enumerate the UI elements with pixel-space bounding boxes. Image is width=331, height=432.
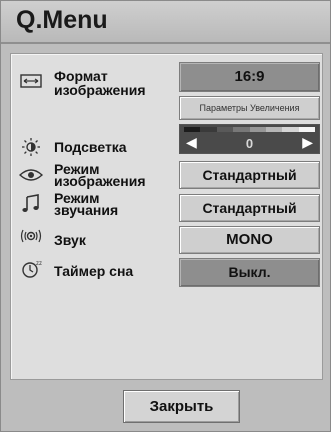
menu-title: Q.Menu <box>16 6 108 34</box>
slider-right-arrow-icon[interactable]: ▶ <box>302 135 313 149</box>
picture-mode-label-line2: изображения <box>54 173 146 189</box>
audio-selector[interactable]: MONO <box>179 226 320 254</box>
title-bar: Q.Menu <box>1 1 330 44</box>
aspect-label-line2: изображения <box>54 82 146 98</box>
backlight-label: Подсветка <box>54 139 127 155</box>
music-note-icon <box>19 193 43 213</box>
quick-menu-dialog: Q.Menu Формат изображения Подсветка Режи… <box>0 0 331 432</box>
backlight-slider[interactable]: ◀ 0 ▶ <box>179 124 320 154</box>
brightness-icon <box>19 137 43 157</box>
eye-icon <box>19 165 43 185</box>
sound-mode-selector[interactable]: Стандартный <box>179 194 320 222</box>
close-button[interactable]: Закрыть <box>123 390 240 423</box>
audio-label: Звук <box>54 232 86 248</box>
zoom-options-button[interactable]: Параметры Увеличения <box>179 96 320 120</box>
speaker-icon <box>19 226 43 246</box>
sleep-timer-label: Таймер сна <box>54 263 134 279</box>
svg-text:zz: zz <box>36 261 42 267</box>
sleep-timer-selector[interactable]: Выкл. <box>179 258 320 287</box>
backlight-value: 0 <box>245 136 254 151</box>
picture-mode-selector[interactable]: Стандартный <box>179 161 320 189</box>
aspect-ratio-selector[interactable]: 16:9 <box>179 62 320 92</box>
aspect-ratio-icon <box>19 71 43 91</box>
sound-mode-label-line2: звучания <box>54 202 119 218</box>
sleep-timer-icon: zz <box>19 259 43 279</box>
backlight-level-strip <box>184 127 315 132</box>
